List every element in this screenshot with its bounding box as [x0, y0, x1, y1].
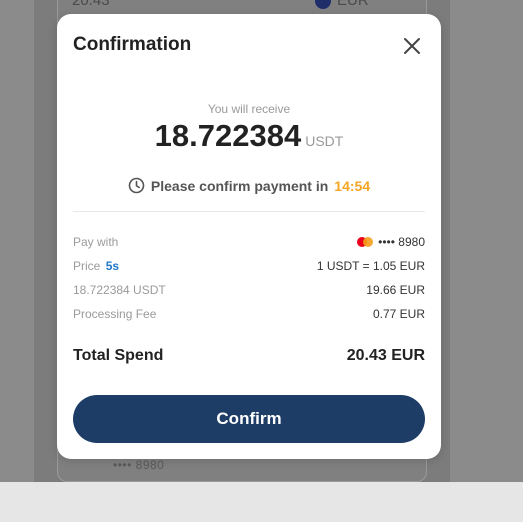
price-label: Price: [73, 259, 101, 273]
confirm-button[interactable]: Confirm: [73, 395, 425, 443]
total-spend-row: Total Spend 20.43 EUR: [73, 347, 425, 365]
timer-text: Please confirm payment in: [150, 177, 329, 194]
background-currency-label: EUR: [337, 0, 369, 9]
amount-value: 19.66 EUR: [366, 283, 425, 297]
processing-fee-value: 0.77 EUR: [372, 307, 425, 321]
mastercard-icon: [357, 237, 374, 247]
backdrop-overlay-right: [450, 0, 523, 482]
card-number: •••• 8980: [378, 235, 425, 249]
pay-with-row: Pay with •••• 8980: [73, 235, 425, 249]
dialog-title: Confirmation: [73, 34, 192, 55]
price-row: Price 5s 1 USDT = 1.05 EUR: [73, 259, 425, 273]
receive-amount: 18.722384: [154, 118, 302, 153]
clock-icon: [128, 177, 145, 194]
eu-flag-icon: [315, 0, 331, 9]
pay-with-label: Pay with: [73, 235, 119, 249]
price-label-group: Price 5s: [73, 259, 119, 273]
payment-timer: Please confirm payment in 14:54: [57, 177, 441, 194]
receive-label: You will receive: [207, 102, 291, 116]
confirmation-dialog: Confirmation You will receive 18.722384 U…: [57, 14, 441, 459]
processing-fee-row: Processing Fee 0.77 EUR: [73, 307, 425, 321]
background-amount: 20.43: [72, 0, 110, 9]
backdrop-bottom: [0, 482, 523, 522]
amount-row: 18.722384 USDT 19.66 EUR: [73, 283, 425, 297]
close-icon: [404, 38, 420, 54]
price-value: 1 USDT = 1.05 EUR: [316, 259, 425, 273]
timer-countdown: 14:54: [334, 177, 371, 194]
receive-amount-row: 18.722384 USDT: [57, 118, 441, 154]
background-currency-selector: EUR: [315, 0, 369, 9]
total-spend-label: Total Spend: [73, 347, 164, 364]
amount-label: 18.722384 USDT: [73, 283, 166, 297]
backdrop-overlay-left: [0, 0, 34, 482]
close-button[interactable]: [401, 35, 423, 57]
processing-fee-label: Processing Fee: [73, 307, 157, 321]
background-card-number: •••• 8980: [113, 458, 165, 472]
divider: [73, 211, 425, 212]
total-spend-value: 20.43 EUR: [346, 347, 425, 364]
price-refresh-countdown: 5s: [105, 259, 120, 273]
receive-unit: USDT: [305, 133, 344, 149]
payment-method: •••• 8980: [357, 235, 425, 249]
